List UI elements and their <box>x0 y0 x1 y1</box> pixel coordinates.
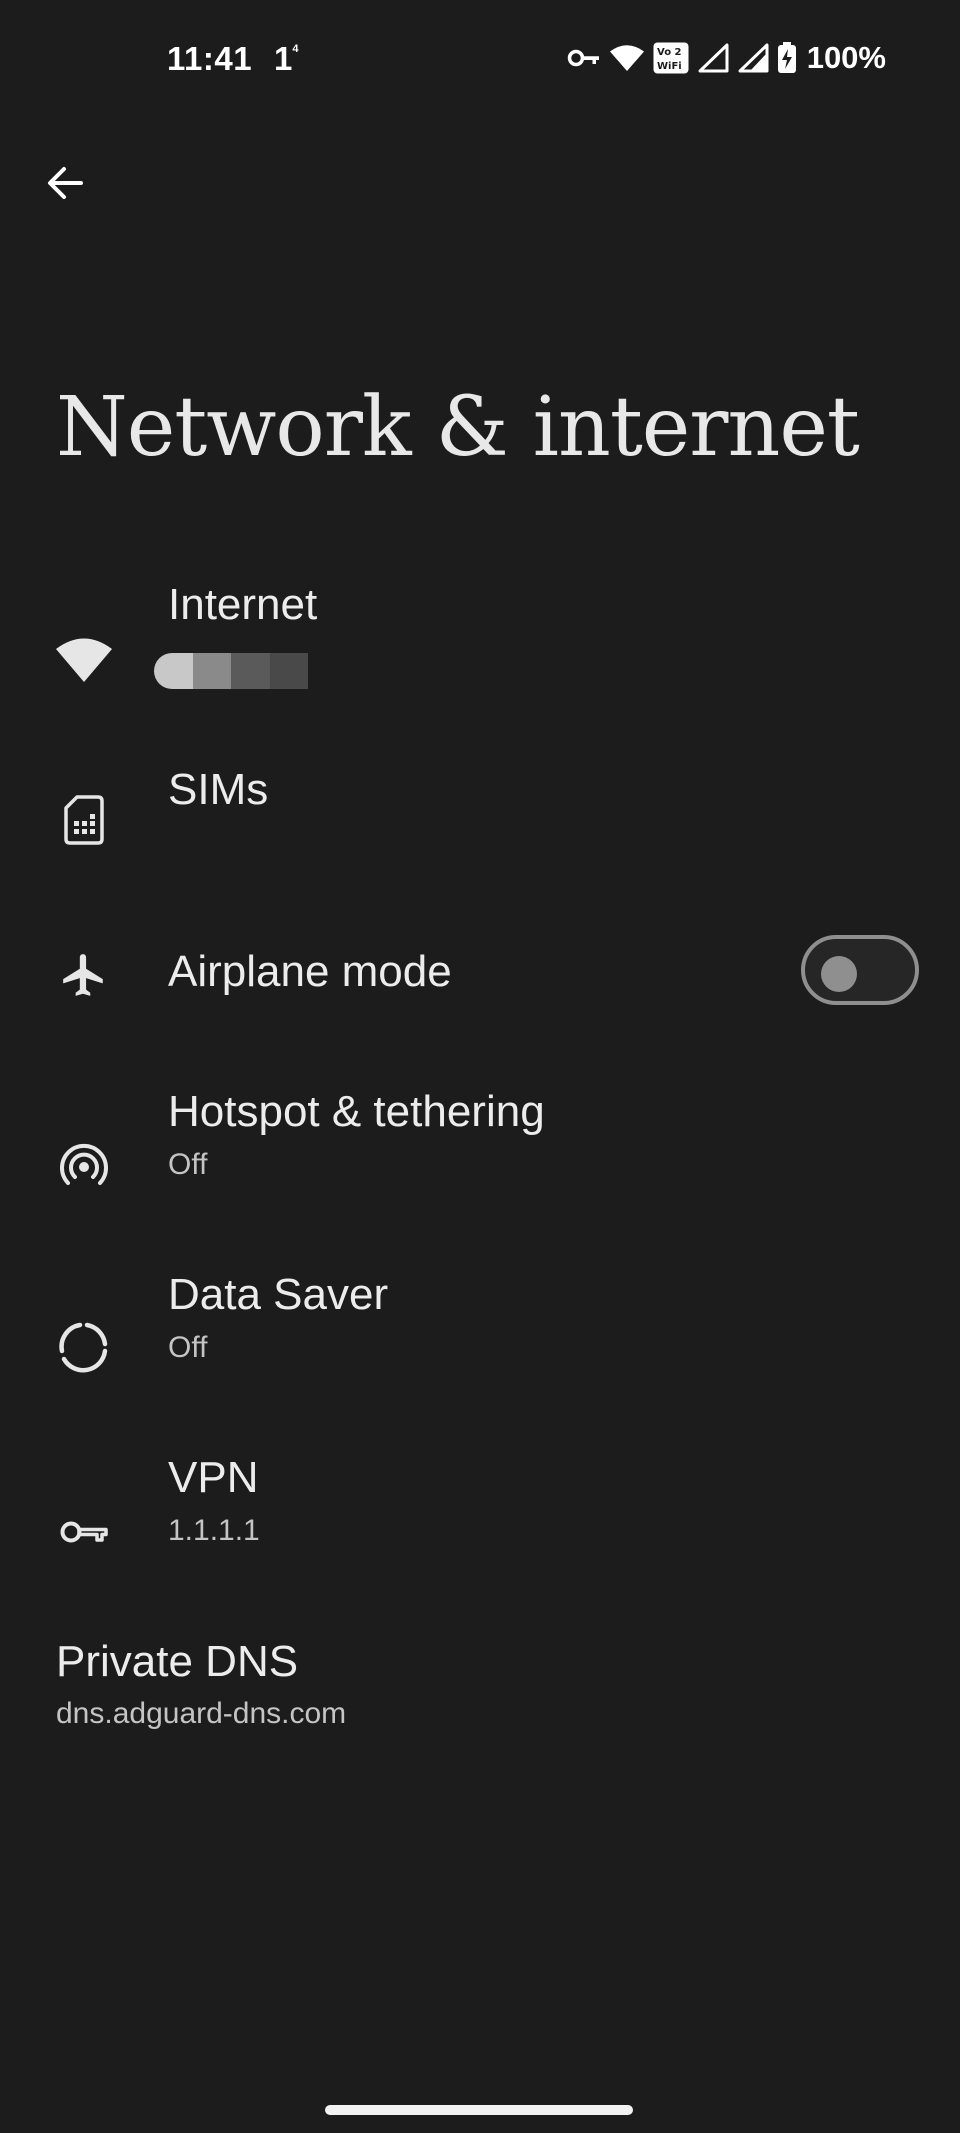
notification-indicator: 14 <box>274 40 298 78</box>
data-saver-item[interactable]: Data Saver Off <box>0 1263 960 1413</box>
data-saver-title: Data Saver <box>168 1270 389 1319</box>
hotspot-tethering-summary: Off <box>168 1148 208 1181</box>
vowifi-icon: Vo 2 WiFi <box>653 42 689 74</box>
hotspot-tethering-title: Hotspot & tethering <box>168 1087 545 1136</box>
airplane-mode-title: Airplane mode <box>168 947 452 996</box>
wifi-icon <box>50 626 118 694</box>
vowifi-bottom-label: WiFi <box>657 61 682 72</box>
vowifi-top-label: Vo 2 <box>657 47 682 58</box>
status-time: 11:41 <box>167 40 253 77</box>
notification-superscript: 4 <box>292 43 299 55</box>
battery-charging-icon <box>777 42 797 74</box>
sims-item[interactable]: SIMs <box>0 745 960 895</box>
back-button[interactable] <box>30 150 100 220</box>
signal-icon <box>737 43 769 73</box>
sims-title: SIMs <box>168 765 269 814</box>
page-title: Network & internet <box>56 380 860 475</box>
sim-card-icon <box>50 786 118 854</box>
status-bar: 11:41 14 Vo 2 WiFi 100% <box>0 0 960 120</box>
vpn-title: VPN <box>168 1453 259 1502</box>
toggle-knob <box>821 956 857 992</box>
home-gesture-bar[interactable] <box>325 2105 633 2115</box>
hotspot-icon <box>50 1131 118 1199</box>
private-dns-summary: dns.adguard-dns.com <box>56 1697 347 1730</box>
airplane-icon <box>50 941 118 1009</box>
arrow-back-icon <box>45 163 85 208</box>
battery-percent: 100% <box>806 40 886 75</box>
data-saver-icon <box>50 1313 118 1381</box>
internet-network-name-redacted <box>154 653 308 689</box>
wifi-icon <box>609 44 645 72</box>
internet-item[interactable]: Internet <box>0 570 960 710</box>
signal-icon <box>697 43 729 73</box>
internet-title: Internet <box>168 580 318 629</box>
vpn-key-icon <box>50 1498 118 1566</box>
hotspot-tethering-item[interactable]: Hotspot & tethering Off <box>0 1080 960 1230</box>
private-dns-title: Private DNS <box>56 1637 299 1686</box>
vpn-summary: 1.1.1.1 <box>168 1514 260 1547</box>
vpn-key-icon <box>567 47 601 69</box>
status-icons: Vo 2 WiFi 100% <box>567 40 886 76</box>
data-saver-summary: Off <box>168 1331 208 1364</box>
notification-digit: 1 <box>274 40 293 77</box>
airplane-mode-toggle[interactable] <box>801 935 919 1005</box>
vpn-item[interactable]: VPN 1.1.1.1 <box>0 1446 960 1596</box>
